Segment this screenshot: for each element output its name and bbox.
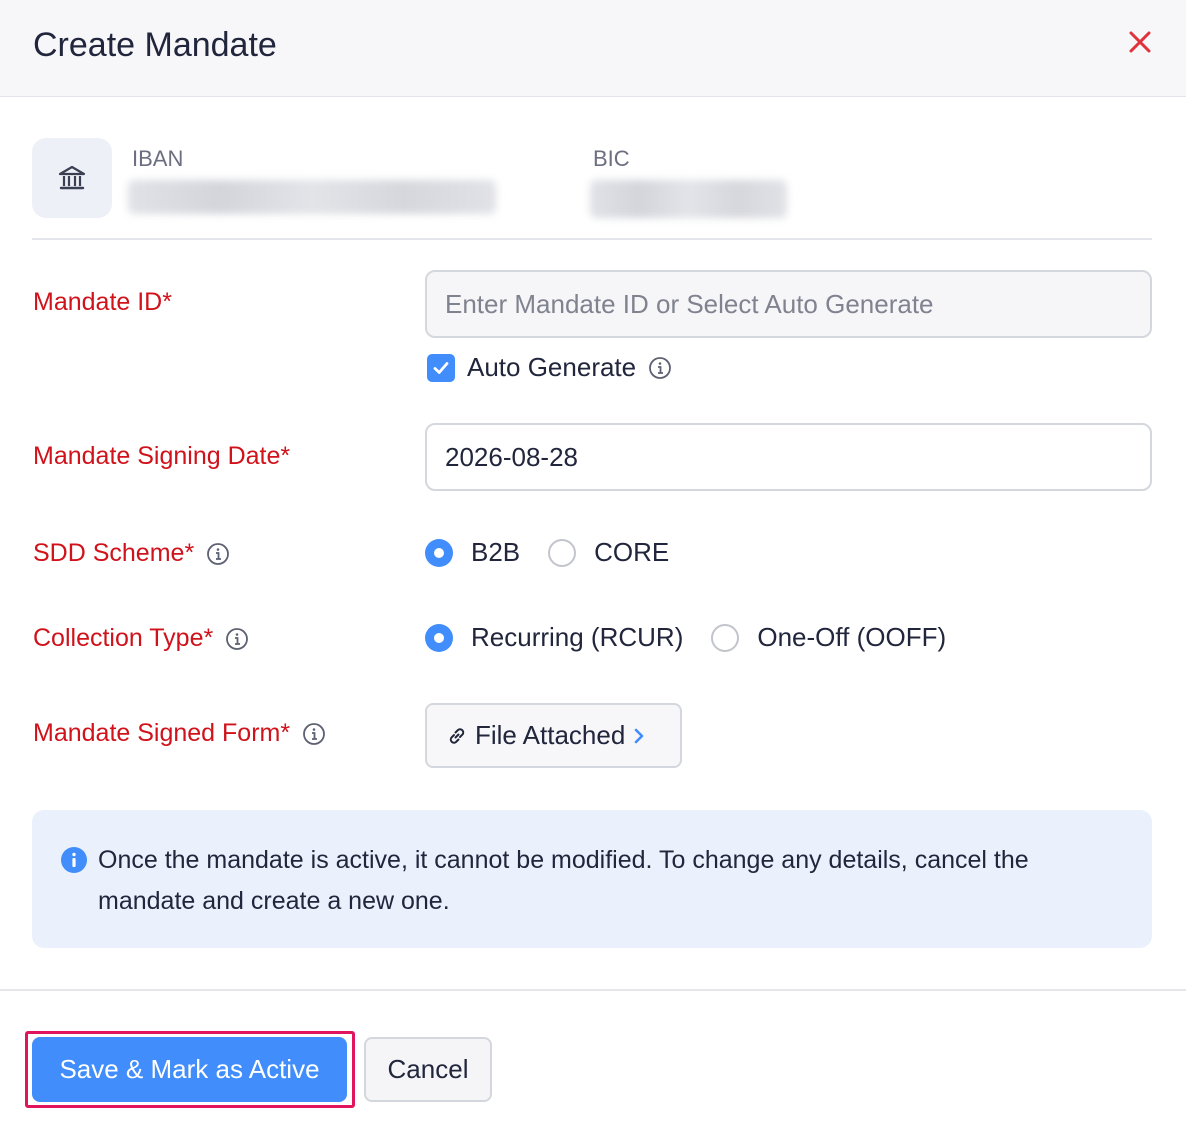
link-icon <box>449 727 465 744</box>
bic-value-redacted <box>590 180 787 218</box>
sdd-scheme-option-core[interactable]: CORE <box>548 537 669 568</box>
radio-button[interactable] <box>548 538 577 567</box>
file-attached-label: File Attached <box>475 720 626 750</box>
info-icon[interactable] <box>648 356 672 380</box>
collection-type-option-recurring[interactable]: Recurring (RCUR) <box>425 622 683 653</box>
dialog-header: Create Mandate <box>0 0 1186 97</box>
notice-text: Once the mandate is active, it cannot be… <box>98 846 1029 915</box>
collection-type-radio-group: Recurring (RCUR) One-Off (OOFF) <box>425 622 974 653</box>
info-notice: Once the mandate is active, it cannot be… <box>32 810 1152 948</box>
collection-type-label: Collection Type* <box>33 624 249 653</box>
sdd-scheme-label: SDD Scheme* <box>33 539 230 568</box>
info-icon <box>61 847 87 873</box>
chevron-right-icon <box>635 728 644 743</box>
bank-icon-container <box>32 138 112 218</box>
footer-divider <box>0 989 1186 991</box>
radio-button[interactable] <box>711 623 740 652</box>
iban-value-redacted <box>128 180 496 214</box>
save-mark-active-button[interactable]: Save & Mark as Active <box>32 1037 347 1102</box>
file-attached-button[interactable]: File Attached <box>425 703 682 768</box>
collection-type-option-one-off[interactable]: One-Off (OOFF) <box>711 622 946 653</box>
info-icon[interactable] <box>225 627 249 651</box>
sdd-scheme-radio-group: B2B CORE <box>425 537 697 568</box>
signing-date-label: Mandate Signing Date* <box>33 442 291 470</box>
signed-form-label: Mandate Signed Form* <box>33 719 326 748</box>
auto-generate-row: Auto Generate <box>427 352 672 383</box>
signing-date-input[interactable] <box>425 423 1152 491</box>
mandate-id-input[interactable] <box>425 270 1152 338</box>
checkmark-icon <box>433 361 449 374</box>
mandate-id-label: Mandate ID* <box>33 288 172 316</box>
auto-generate-checkbox[interactable] <box>427 353 455 382</box>
iban-label: IBAN <box>132 146 184 171</box>
sdd-scheme-option-b2b[interactable]: B2B <box>425 537 520 568</box>
close-icon[interactable] <box>1124 26 1156 58</box>
info-icon[interactable] <box>206 542 230 566</box>
radio-button-checked[interactable] <box>425 623 453 652</box>
radio-button-checked[interactable] <box>425 538 453 567</box>
bic-label: BIC <box>593 146 630 171</box>
dialog-title: Create Mandate <box>33 26 277 64</box>
cancel-button[interactable]: Cancel <box>364 1037 492 1102</box>
auto-generate-label[interactable]: Auto Generate <box>467 352 636 383</box>
bank-icon <box>58 165 86 190</box>
info-icon[interactable] <box>302 722 326 746</box>
section-divider <box>32 238 1152 240</box>
